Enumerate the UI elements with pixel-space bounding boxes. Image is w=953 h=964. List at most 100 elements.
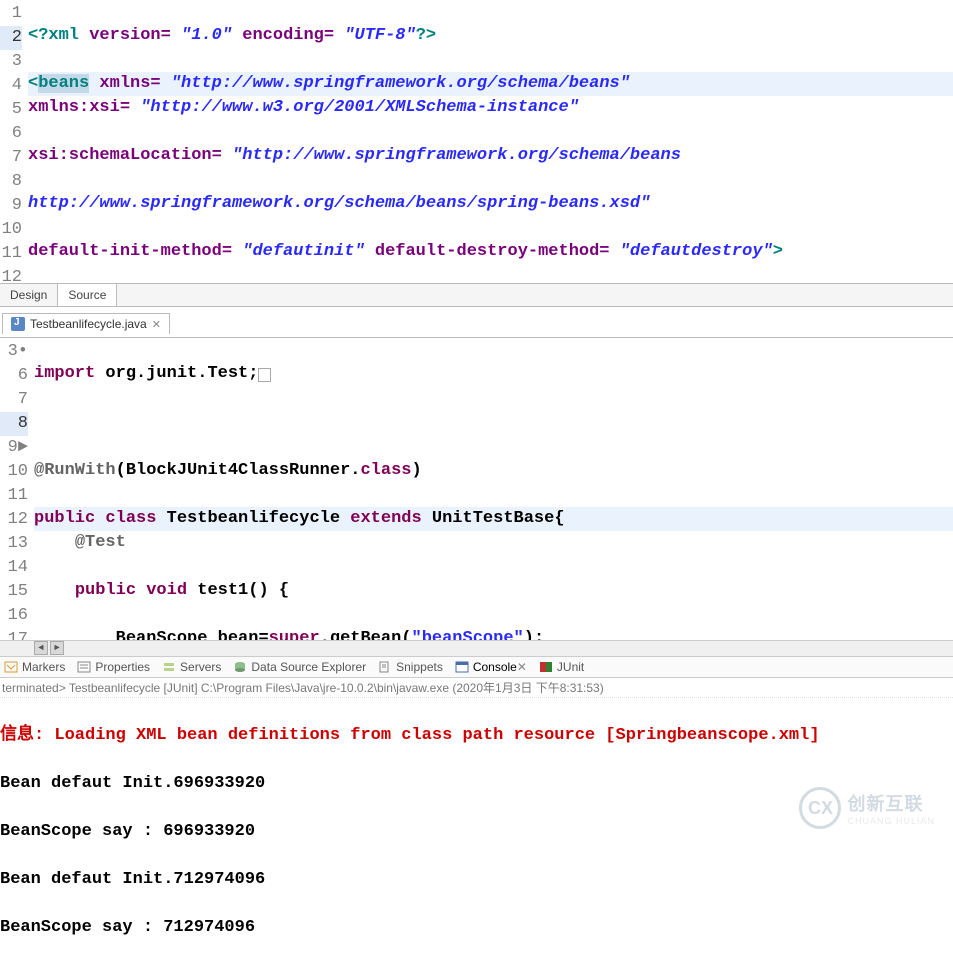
console-line: BeanScope say : 712974096 <box>0 916 953 940</box>
kw: super <box>269 629 320 640</box>
import-path: org.junit.Test; <box>105 364 258 383</box>
views-bar: Markers Properties Servers Data Source E… <box>0 656 953 678</box>
kw: public <box>75 581 136 600</box>
java-file-tab[interactable]: Testbeanlifecycle.java ✕ <box>2 313 170 334</box>
tab-design[interactable]: Design <box>0 284 58 306</box>
xml-editor[interactable]: 1 2 3 4 5 6 7 8 9 10 11 12 <?xml version… <box>0 0 953 283</box>
paren: ( <box>116 461 126 480</box>
line-number: 12 <box>0 508 28 532</box>
line-number: 9 <box>0 194 22 218</box>
close-icon[interactable]: ✕ <box>517 660 527 674</box>
view-junit[interactable]: JUnit <box>539 660 584 674</box>
view-label: Markers <box>22 660 65 674</box>
line-number: 7 <box>0 388 28 412</box>
stmt-end: ); <box>524 629 544 640</box>
str: "UTF-8" <box>344 26 415 45</box>
view-label: JUnit <box>557 660 584 674</box>
view-label: Properties <box>95 660 150 674</box>
str: "http://www.springframework.org/schema/b… <box>232 146 681 165</box>
horizontal-scrollbar[interactable]: ◄ ► <box>0 640 953 656</box>
scroll-left-icon[interactable]: ◄ <box>34 641 48 655</box>
file-tab-label: Testbeanlifecycle.java <box>30 317 147 331</box>
method-sig: test1() { <box>197 581 289 600</box>
watermark-logo-icon: CX <box>799 787 841 829</box>
kw: void <box>146 581 187 600</box>
snippets-icon <box>378 661 392 673</box>
line-number: 5 <box>0 98 22 122</box>
str: "http://www.springframework.org/schema/b… <box>171 74 630 93</box>
call: .getBean( <box>320 629 412 640</box>
view-label: Snippets <box>396 660 443 674</box>
view-servers[interactable]: Servers <box>162 660 221 674</box>
str: "1.0" <box>181 26 232 45</box>
tag-end: ?> <box>416 26 436 45</box>
str: http://www.springframework.org/schema/be… <box>28 194 650 213</box>
kw: extends <box>350 509 421 528</box>
line-number: 13 <box>0 532 28 556</box>
line-number: 8 <box>0 170 22 194</box>
line-number: 11 <box>0 242 22 266</box>
kw-import: import <box>34 364 95 383</box>
console-output[interactable]: 信息: Loading XML bean definitions from cl… <box>0 698 953 964</box>
line-number: 7 <box>0 146 22 170</box>
line-number: 16 <box>0 604 28 628</box>
stmt: BeanScope bean= <box>116 629 269 640</box>
str: "defautinit" <box>242 242 364 261</box>
terminated-process-label: terminated> Testbeanlifecycle [JUnit] C:… <box>0 678 953 698</box>
xml-decl: ?xml <box>38 26 79 45</box>
class-ref: BlockJUnit4ClassRunner. <box>126 461 361 480</box>
attr: xsi:schemaLocation= <box>28 146 222 165</box>
console-line: 信息: Loading XML bean definitions from cl… <box>0 724 953 748</box>
watermark: CX 创新互联 CHUANG HULIAN <box>799 787 935 829</box>
attr: xmlns= <box>99 74 160 93</box>
kw: class <box>105 509 156 528</box>
scroll-right-icon[interactable]: ► <box>50 641 64 655</box>
paren: ) <box>411 461 421 480</box>
servers-icon <box>162 661 176 673</box>
view-data-source-explorer[interactable]: Data Source Explorer <box>233 660 366 674</box>
line-number: 6 <box>0 364 28 388</box>
line-number: 15 <box>0 580 28 604</box>
console-icon <box>455 661 469 673</box>
line-number: 3• <box>0 340 28 364</box>
watermark-title: 创新互联 <box>847 790 935 816</box>
view-label: Console <box>473 660 517 674</box>
attr: default-destroy-method= <box>375 242 610 261</box>
line-number: 4 <box>0 74 22 98</box>
kw-class: class <box>360 461 411 480</box>
java-file-icon <box>11 317 25 331</box>
view-markers[interactable]: Markers <box>4 660 65 674</box>
beans-tag: beans <box>38 74 89 93</box>
xml-gutter: 1 2 3 4 5 6 7 8 9 10 11 12 <box>0 0 28 283</box>
data-source-icon <box>233 661 247 673</box>
close-icon[interactable]: ✕ <box>152 318 161 331</box>
annotation: @RunWith <box>34 461 116 480</box>
xml-code[interactable]: <?xml version= "1.0" encoding= "UTF-8"?>… <box>28 0 953 283</box>
attr: version= <box>89 26 171 45</box>
line-number: 10 <box>0 218 22 242</box>
java-editor[interactable]: 3• 6 7 8 9► 10 11 12 13 14 15 16 17 impo… <box>0 338 953 640</box>
str: "defautdestroy" <box>620 242 773 261</box>
line-number: 3 <box>0 50 22 74</box>
attr: default-init-method= <box>28 242 232 261</box>
tab-source[interactable]: Source <box>58 284 117 306</box>
base-class: UnitTestBase{ <box>432 509 565 528</box>
line-number: 2 <box>0 26 22 50</box>
view-snippets[interactable]: Snippets <box>378 660 443 674</box>
java-gutter: 3• 6 7 8 9► 10 11 12 13 14 15 16 17 <box>0 338 34 640</box>
attr: xmlns:xsi= <box>28 98 130 117</box>
str: "http://www.w3.org/2001/XMLSchema-instan… <box>140 98 579 117</box>
view-console[interactable]: Console ✕ <box>455 660 527 674</box>
line-number: 8 <box>0 412 28 436</box>
attr: encoding= <box>242 26 334 45</box>
annotation: @Test <box>75 533 126 552</box>
line-number: 1 <box>0 2 22 26</box>
console-line: Bean defaut Init.712974096 <box>0 868 953 892</box>
java-code[interactable]: import org.junit.Test; @RunWith(BlockJUn… <box>34 338 953 640</box>
watermark-subtitle: CHUANG HULIAN <box>847 816 935 826</box>
editor-tabs: Design Source <box>0 283 953 307</box>
line-number: 6 <box>0 122 22 146</box>
view-properties[interactable]: Properties <box>77 660 150 674</box>
line-number: 9► <box>0 436 28 460</box>
class-name: Testbeanlifecycle <box>167 509 340 528</box>
